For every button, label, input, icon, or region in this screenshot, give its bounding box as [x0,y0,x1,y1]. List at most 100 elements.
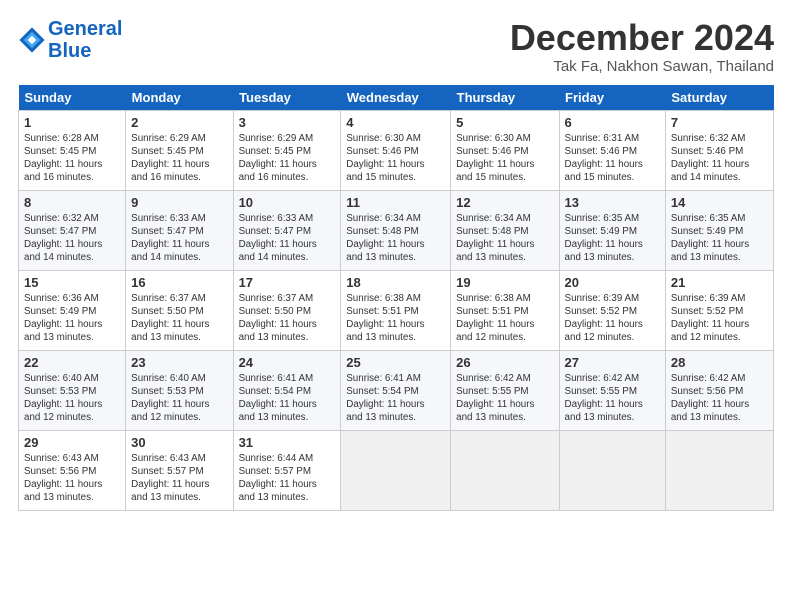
calendar-cell [559,430,665,510]
day-info: Sunrise: 6:35 AM Sunset: 5:49 PM Dayligh… [671,212,768,265]
calendar-cell: 27 Sunrise: 6:42 AM Sunset: 5:55 PM Dayli… [559,350,665,430]
day-number: 3 [239,115,336,130]
day-info: Sunrise: 6:29 AM Sunset: 5:45 PM Dayligh… [131,132,227,185]
calendar-cell: 6Sunrise: 6:31 AM Sunset: 5:46 PM Daylig… [559,110,665,190]
calendar-cell: 25 Sunrise: 6:41 AM Sunset: 5:54 PM Dayli… [341,350,451,430]
calendar-week-row: 8 Sunrise: 6:32 AM Sunset: 5:47 PM Daylig… [19,190,774,270]
day-info: Sunrise: 6:38 AM Sunset: 5:51 PM Dayligh… [456,292,553,345]
day-info: Sunrise: 6:43 AM Sunset: 5:56 PM Dayligh… [24,452,120,505]
day-info: Sunrise: 6:30 AM Sunset: 5:46 PM Dayligh… [346,132,445,185]
day-number: 16 [131,275,227,290]
calendar-cell: 5 Sunrise: 6:30 AM Sunset: 5:46 PM Daylig… [451,110,559,190]
calendar-cell [451,430,559,510]
day-number: 19 [456,275,553,290]
day-number: 4 [346,115,445,130]
calendar-cell: 1 Sunrise: 6:28 AM Sunset: 5:45 PM Daylig… [19,110,126,190]
weekday-header: Tuesday [233,85,341,111]
day-info: Sunrise: 6:31 AM Sunset: 5:46 PM Dayligh… [565,132,660,185]
logo: General Blue [18,18,122,62]
day-number: 30 [131,435,227,450]
day-number: 12 [456,195,553,210]
calendar-cell: 26Sunrise: 6:42 AM Sunset: 5:55 PM Dayli… [451,350,559,430]
calendar-cell: 16 Sunrise: 6:37 AM Sunset: 5:50 PM Dayli… [126,270,233,350]
day-number: 2 [131,115,227,130]
calendar-cell: 8 Sunrise: 6:32 AM Sunset: 5:47 PM Daylig… [19,190,126,270]
day-number: 31 [239,435,336,450]
calendar-cell: 2 Sunrise: 6:29 AM Sunset: 5:45 PM Daylig… [126,110,233,190]
calendar-cell: 23 Sunrise: 6:40 AM Sunset: 5:53 PM Dayli… [126,350,233,430]
calendar-cell: 29 Sunrise: 6:43 AM Sunset: 5:56 PM Dayli… [19,430,126,510]
day-info: Sunrise: 6:32 AM Sunset: 5:47 PM Dayligh… [24,212,120,265]
calendar-week-row: 1 Sunrise: 6:28 AM Sunset: 5:45 PM Daylig… [19,110,774,190]
day-info: Sunrise: 6:43 AM Sunset: 5:57 PM Dayligh… [131,452,227,505]
day-info: Sunrise: 6:38 AM Sunset: 5:51 PM Dayligh… [346,292,445,345]
day-info: Sunrise: 6:42 AM Sunset: 5:55 PM Dayligh… [565,372,660,425]
calendar-cell: 20 Sunrise: 6:39 AM Sunset: 5:52 PM Dayli… [559,270,665,350]
day-number: 28 [671,355,768,370]
weekday-header: Monday [126,85,233,111]
day-info: Sunrise: 6:30 AM Sunset: 5:46 PM Dayligh… [456,132,553,185]
day-number: 27 [565,355,660,370]
day-number: 9 [131,195,227,210]
day-number: 7 [671,115,768,130]
day-info: Sunrise: 6:39 AM Sunset: 5:52 PM Dayligh… [565,292,660,345]
logo-line2: Blue [48,40,91,62]
calendar-cell: 4 Sunrise: 6:30 AM Sunset: 5:46 PM Daylig… [341,110,451,190]
day-info: Sunrise: 6:36 AM Sunset: 5:49 PM Dayligh… [24,292,120,345]
month-title: December 2024 [510,18,774,58]
day-number: 1 [24,115,120,130]
calendar-cell [665,430,773,510]
day-number: 23 [131,355,227,370]
calendar-week-row: 15Sunrise: 6:36 AM Sunset: 5:49 PM Dayli… [19,270,774,350]
day-number: 14 [671,195,768,210]
day-number: 17 [239,275,336,290]
day-info: Sunrise: 6:37 AM Sunset: 5:50 PM Dayligh… [131,292,227,345]
day-info: Sunrise: 6:35 AM Sunset: 5:49 PM Dayligh… [565,212,660,265]
calendar-cell: 30 Sunrise: 6:43 AM Sunset: 5:57 PM Dayli… [126,430,233,510]
calendar-table: SundayMondayTuesdayWednesdayThursdayFrid… [18,85,774,511]
calendar-cell: 28 Sunrise: 6:42 AM Sunset: 5:56 PM Dayli… [665,350,773,430]
day-info: Sunrise: 6:42 AM Sunset: 5:56 PM Dayligh… [671,372,768,425]
calendar-cell: 9 Sunrise: 6:33 AM Sunset: 5:47 PM Daylig… [126,190,233,270]
day-info: Sunrise: 6:32 AM Sunset: 5:46 PM Dayligh… [671,132,768,185]
calendar-cell: 17 Sunrise: 6:37 AM Sunset: 5:50 PM Dayli… [233,270,341,350]
calendar-cell: 11Sunrise: 6:34 AM Sunset: 5:48 PM Dayli… [341,190,451,270]
day-info: Sunrise: 6:42 AM Sunset: 5:55 PM Dayligh… [456,372,553,425]
logo-text: General Blue [48,18,122,62]
location: Tak Fa, Nakhon Sawan, Thailand [510,58,774,75]
day-info: Sunrise: 6:28 AM Sunset: 5:45 PM Dayligh… [24,132,120,185]
day-info: Sunrise: 6:34 AM Sunset: 5:48 PM Dayligh… [346,212,445,265]
day-info: Sunrise: 6:37 AM Sunset: 5:50 PM Dayligh… [239,292,336,345]
calendar-cell: 21Sunrise: 6:39 AM Sunset: 5:52 PM Dayli… [665,270,773,350]
calendar-cell [341,430,451,510]
day-number: 20 [565,275,660,290]
day-number: 29 [24,435,120,450]
day-info: Sunrise: 6:33 AM Sunset: 5:47 PM Dayligh… [131,212,227,265]
day-info: Sunrise: 6:40 AM Sunset: 5:53 PM Dayligh… [24,372,120,425]
day-info: Sunrise: 6:40 AM Sunset: 5:53 PM Dayligh… [131,372,227,425]
day-number: 21 [671,275,768,290]
day-number: 22 [24,355,120,370]
calendar-cell: 22 Sunrise: 6:40 AM Sunset: 5:53 PM Dayli… [19,350,126,430]
day-number: 10 [239,195,336,210]
logo-line1: General [48,18,122,40]
day-number: 5 [456,115,553,130]
day-info: Sunrise: 6:34 AM Sunset: 5:48 PM Dayligh… [456,212,553,265]
calendar-cell: 24Sunrise: 6:41 AM Sunset: 5:54 PM Dayli… [233,350,341,430]
calendar-cell: 10Sunrise: 6:33 AM Sunset: 5:47 PM Dayli… [233,190,341,270]
calendar-cell: 15Sunrise: 6:36 AM Sunset: 5:49 PM Dayli… [19,270,126,350]
weekday-header: Wednesday [341,85,451,111]
calendar-cell: 18 Sunrise: 6:38 AM Sunset: 5:51 PM Dayli… [341,270,451,350]
day-number: 18 [346,275,445,290]
day-info: Sunrise: 6:41 AM Sunset: 5:54 PM Dayligh… [346,372,445,425]
day-number: 8 [24,195,120,210]
calendar-cell: 12 Sunrise: 6:34 AM Sunset: 5:48 PM Dayli… [451,190,559,270]
weekday-header: Friday [559,85,665,111]
day-number: 25 [346,355,445,370]
calendar-cell: 3Sunrise: 6:29 AM Sunset: 5:45 PM Daylig… [233,110,341,190]
calendar-cell: 31Sunrise: 6:44 AM Sunset: 5:57 PM Dayli… [233,430,341,510]
title-block: December 2024 Tak Fa, Nakhon Sawan, Thai… [510,18,774,75]
weekday-header: Sunday [19,85,126,111]
weekday-header: Saturday [665,85,773,111]
page-container: General Blue December 2024 Tak Fa, Nakho… [0,0,792,521]
